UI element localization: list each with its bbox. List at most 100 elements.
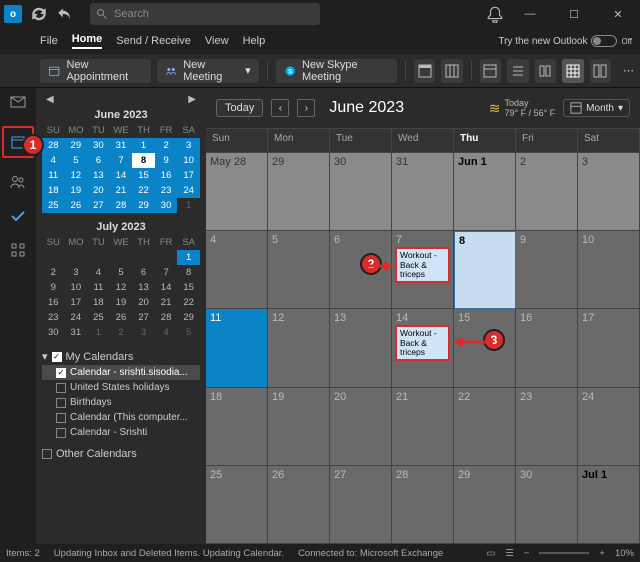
day-cell[interactable]: 30 — [516, 466, 578, 544]
day-cell[interactable]: 31 — [392, 153, 454, 231]
calendar-event[interactable]: Workout - Back & triceps — [395, 325, 450, 361]
mini-day[interactable]: 11 — [87, 280, 110, 295]
new-skype-meeting-button[interactable]: S New Skype Meeting — [276, 59, 397, 83]
menu-home[interactable]: Home — [72, 33, 103, 49]
day-cell[interactable]: 2 — [516, 153, 578, 231]
day-cell[interactable]: 28 — [392, 466, 454, 544]
mini-day[interactable]: 1 — [177, 250, 200, 265]
new-appointment-button[interactable]: New Appointment — [40, 59, 151, 83]
mini-day[interactable]: 11 — [42, 168, 65, 183]
mini-day[interactable]: 20 — [132, 295, 155, 310]
other-calendars-group[interactable]: Other Calendars — [42, 446, 200, 462]
zoom-in[interactable]: + — [599, 548, 605, 559]
people-icon[interactable] — [8, 172, 28, 192]
day-cell[interactable]: 29 — [268, 153, 330, 231]
mini-day[interactable]: 12 — [110, 280, 133, 295]
day-cell[interactable]: 24 — [578, 388, 640, 466]
mini-day[interactable]: 7 — [155, 265, 178, 280]
search-input[interactable]: Search — [90, 3, 320, 25]
mini-calendar-2[interactable]: SUMOTUWETHFRSA12345678910111213141516171… — [42, 235, 200, 340]
mini-day[interactable]: 5 — [177, 325, 200, 340]
mini-day[interactable]: 29 — [177, 310, 200, 325]
mini-day[interactable]: 2 — [110, 325, 133, 340]
mini-day[interactable]: 6 — [87, 153, 110, 168]
mini-day[interactable]: 10 — [65, 280, 88, 295]
more-apps-icon[interactable] — [8, 240, 28, 260]
calendar-list-item[interactable]: Birthdays — [42, 395, 200, 410]
mini-day[interactable] — [132, 250, 155, 265]
view-month-button[interactable] — [562, 59, 583, 83]
day-cell[interactable]: 13 — [330, 309, 392, 387]
zoom-out[interactable]: − — [524, 548, 530, 559]
mini-day[interactable]: 13 — [132, 280, 155, 295]
mini-day[interactable]: 27 — [87, 198, 110, 213]
day-cell[interactable]: 5 — [268, 231, 330, 309]
tasks-icon[interactable] — [8, 206, 28, 226]
mini-day[interactable]: 28 — [42, 138, 65, 153]
mini-day[interactable]: 3 — [177, 138, 200, 153]
prev-month-button[interactable]: ‹ — [271, 99, 289, 117]
mini-day[interactable]: 19 — [65, 183, 88, 198]
mini-day[interactable]: 20 — [87, 183, 110, 198]
mini-day[interactable]: 14 — [155, 280, 178, 295]
day-cell[interactable]: 3 — [578, 153, 640, 231]
mini-day[interactable] — [65, 250, 88, 265]
view-timeline-button[interactable] — [535, 59, 556, 83]
mini-day[interactable]: 17 — [65, 295, 88, 310]
day-cell[interactable]: 27 — [330, 466, 392, 544]
status-view-icon[interactable]: ▭ — [486, 548, 495, 559]
day-cell[interactable]: 14Workout - Back & triceps3 — [392, 309, 454, 387]
mini-day[interactable]: 5 — [110, 265, 133, 280]
day-cell[interactable]: 8 — [454, 231, 516, 309]
day-cell[interactable]: 19 — [268, 388, 330, 466]
mini-day[interactable]: 2 — [155, 138, 178, 153]
day-cell[interactable]: 10 — [578, 231, 640, 309]
mini-day[interactable]: 13 — [87, 168, 110, 183]
mini-day[interactable]: 4 — [42, 153, 65, 168]
mini-day[interactable]: 21 — [155, 295, 178, 310]
mini-day[interactable]: 2 — [42, 265, 65, 280]
mini-day[interactable]: 30 — [42, 325, 65, 340]
view-schedule-button[interactable] — [507, 59, 528, 83]
mini-day[interactable]: 22 — [177, 295, 200, 310]
mini-day[interactable]: 23 — [42, 310, 65, 325]
day-cell[interactable]: 4 — [206, 231, 268, 309]
try-new-outlook[interactable]: Try the new Outlook Off — [498, 35, 632, 47]
day-cell[interactable]: 29 — [454, 466, 516, 544]
mini-day[interactable]: 28 — [110, 198, 133, 213]
mini-day[interactable]: 29 — [65, 138, 88, 153]
mini-day[interactable]: 12 — [65, 168, 88, 183]
mini-day[interactable]: 22 — [132, 183, 155, 198]
day-cell[interactable]: 26 — [268, 466, 330, 544]
mail-icon[interactable] — [8, 92, 28, 112]
menu-sendreceive[interactable]: Send / Receive — [116, 35, 191, 47]
day-cell[interactable]: 20 — [330, 388, 392, 466]
day-cell[interactable]: 25 — [206, 466, 268, 544]
today-button[interactable]: Today — [216, 99, 263, 117]
mini-day[interactable]: 8 — [132, 153, 155, 168]
menu-file[interactable]: File — [40, 35, 58, 47]
mini-day[interactable]: 25 — [87, 310, 110, 325]
calendar-list-item[interactable]: Calendar - Srishti — [42, 425, 200, 440]
try-new-toggle[interactable] — [591, 35, 617, 47]
mini-day[interactable]: 27 — [132, 310, 155, 325]
day-cell[interactable]: May 28 — [206, 153, 268, 231]
undo-icon[interactable] — [56, 5, 74, 23]
mini-day[interactable] — [155, 250, 178, 265]
view-week-button[interactable] — [480, 59, 501, 83]
mini-day[interactable]: 1 — [177, 198, 200, 213]
mini-day[interactable]: 17 — [177, 168, 200, 183]
mini-day[interactable]: 9 — [155, 153, 178, 168]
mini-prev[interactable]: ◀ — [46, 94, 54, 105]
mini-next[interactable]: ▶ — [188, 94, 196, 105]
mini-day[interactable]: 30 — [87, 138, 110, 153]
notifications-icon[interactable] — [486, 5, 504, 23]
day-cell[interactable]: 9 — [516, 231, 578, 309]
mini-day[interactable]: 16 — [42, 295, 65, 310]
day-cell[interactable]: 7Workout - Back & triceps2 — [392, 231, 454, 309]
calendar-list-item[interactable]: United States holidays — [42, 380, 200, 395]
mini-day[interactable]: 25 — [42, 198, 65, 213]
month-grid[interactable]: SunMonTueWedThuFriSatMay 28293031Jun 123… — [206, 128, 640, 544]
toolbar-overflow[interactable]: ⋯ — [617, 64, 640, 77]
mini-day[interactable]: 6 — [132, 265, 155, 280]
